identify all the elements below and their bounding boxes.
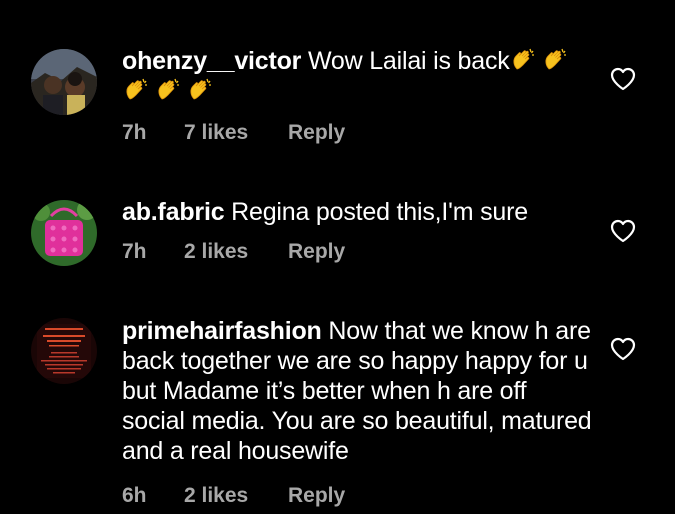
clapping-hands-icon [510,47,536,75]
clapping-hands-icon [122,77,149,105]
avatar-image [31,49,97,115]
comment-body: ohenzy__victor Wow Lailai is back [122,46,592,106]
comment-body: ab.fabric Regina posted this,I'm sure [122,197,592,227]
avatar[interactable] [31,49,97,115]
clapping-hands-icon [149,77,181,105]
avatar-image [31,200,97,266]
comment-body: primehairfashion Now that we know h are … [122,316,592,466]
avatar[interactable] [31,318,97,384]
comment-meta: 7h 7 likes Reply [122,121,345,145]
avatar-image [31,318,97,384]
comment-username[interactable]: ab.fabric [122,198,225,226]
reply-button[interactable]: Reply [288,484,345,508]
comment-username[interactable]: primehairfashion [122,317,322,345]
clapping-hands-icon [536,47,568,75]
comment-text: Regina posted this,I'm sure [231,198,528,226]
reply-button[interactable]: Reply [288,121,345,145]
comment-likes-count[interactable]: 2 likes [184,240,288,264]
comment-meta: 6h 2 likes Reply [122,484,345,508]
comment-username[interactable]: ohenzy__victor [122,47,301,75]
heart-outline-icon[interactable] [609,336,637,362]
clapping-hands-icon [181,77,213,105]
avatar[interactable] [31,200,97,266]
comment-likes-count[interactable]: 2 likes [184,484,288,508]
comment-time: 7h [122,121,147,144]
reply-button[interactable]: Reply [288,240,345,264]
comment-time: 7h [122,240,147,263]
comment-time: 6h [122,484,147,507]
heart-outline-icon[interactable] [609,66,637,92]
comment-meta: 7h 2 likes Reply [122,240,345,264]
comment-text: Wow Lailai is back [307,47,510,75]
heart-outline-icon[interactable] [609,218,637,244]
comment-likes-count[interactable]: 7 likes [184,121,288,145]
